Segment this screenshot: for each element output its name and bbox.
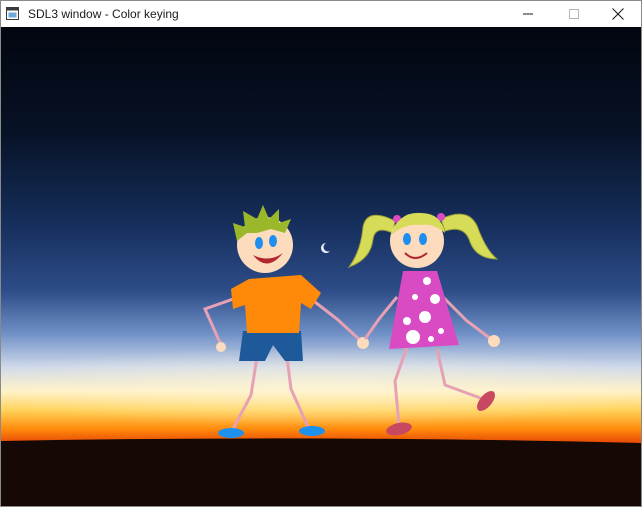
app-window: SDL3 window - Color keying — [0, 0, 642, 507]
maximize-icon — [569, 9, 579, 19]
close-icon — [612, 8, 624, 20]
boy-right-eye-icon — [269, 235, 277, 247]
title-bar[interactable]: SDL3 window - Color keying — [1, 1, 641, 27]
boy-left-shoe — [218, 428, 244, 438]
close-button[interactable] — [595, 1, 641, 27]
window-title: SDL3 window - Color keying — [28, 7, 179, 21]
boy-right-shoe — [299, 426, 325, 436]
minimize-icon — [523, 9, 533, 19]
girl-left-eye-icon — [403, 233, 411, 245]
render-area[interactable] — [1, 27, 641, 506]
minimize-button[interactable] — [505, 1, 551, 27]
girl-right-eye-icon — [419, 233, 427, 245]
boy-left-eye-icon — [255, 237, 263, 249]
maximize-button[interactable] — [551, 1, 597, 27]
app-icon — [6, 7, 19, 20]
